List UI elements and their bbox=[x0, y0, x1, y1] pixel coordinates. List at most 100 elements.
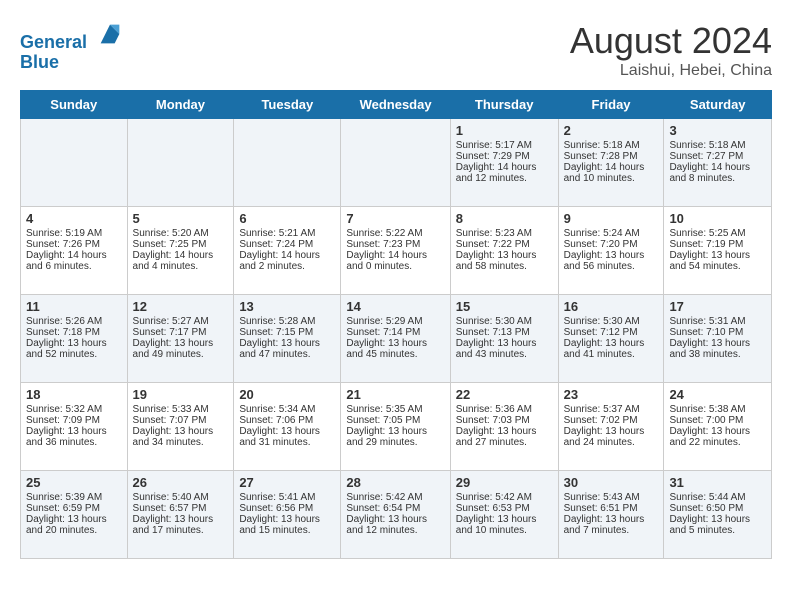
day-number: 3 bbox=[669, 123, 766, 138]
day-detail: Sunrise: 5:37 AM bbox=[564, 404, 659, 415]
calendar-cell: 9Sunrise: 5:24 AMSunset: 7:20 PMDaylight… bbox=[558, 207, 664, 295]
calendar-cell: 7Sunrise: 5:22 AMSunset: 7:23 PMDaylight… bbox=[341, 207, 450, 295]
day-header-friday: Friday bbox=[558, 91, 664, 119]
day-detail: and 0 minutes. bbox=[346, 261, 444, 272]
day-detail: Sunrise: 5:22 AM bbox=[346, 228, 444, 239]
day-detail: and 52 minutes. bbox=[26, 349, 122, 360]
day-detail: Sunset: 7:23 PM bbox=[346, 239, 444, 250]
day-number: 9 bbox=[564, 211, 659, 226]
day-detail: Sunset: 7:22 PM bbox=[456, 239, 553, 250]
day-detail: and 27 minutes. bbox=[456, 437, 553, 448]
logo-text-general: General bbox=[20, 32, 87, 52]
day-detail: Sunrise: 5:43 AM bbox=[564, 492, 659, 503]
day-detail: Sunset: 6:59 PM bbox=[26, 503, 122, 514]
day-number: 1 bbox=[456, 123, 553, 138]
day-detail: Sunset: 6:57 PM bbox=[133, 503, 229, 514]
day-detail: Sunset: 7:15 PM bbox=[239, 327, 335, 338]
page-header: General Blue August 2024 Laishui, Hebei,… bbox=[20, 20, 772, 80]
day-number: 26 bbox=[133, 475, 229, 490]
day-number: 23 bbox=[564, 387, 659, 402]
calendar-cell: 30Sunrise: 5:43 AMSunset: 6:51 PMDayligh… bbox=[558, 471, 664, 559]
day-detail: and 20 minutes. bbox=[26, 525, 122, 536]
calendar-week-row: 1Sunrise: 5:17 AMSunset: 7:29 PMDaylight… bbox=[21, 119, 772, 207]
day-detail: Daylight: 13 hours bbox=[26, 338, 122, 349]
day-detail: Daylight: 13 hours bbox=[669, 426, 766, 437]
day-detail: Daylight: 13 hours bbox=[456, 514, 553, 525]
day-detail: Sunset: 6:53 PM bbox=[456, 503, 553, 514]
day-detail: Sunset: 7:10 PM bbox=[669, 327, 766, 338]
day-header-tuesday: Tuesday bbox=[234, 91, 341, 119]
calendar-cell: 16Sunrise: 5:30 AMSunset: 7:12 PMDayligh… bbox=[558, 295, 664, 383]
day-detail: Sunset: 7:17 PM bbox=[133, 327, 229, 338]
day-detail: Sunset: 7:06 PM bbox=[239, 415, 335, 426]
day-detail: and 31 minutes. bbox=[239, 437, 335, 448]
day-detail: and 56 minutes. bbox=[564, 261, 659, 272]
day-number: 22 bbox=[456, 387, 553, 402]
title-block: August 2024 Laishui, Hebei, China bbox=[570, 20, 772, 80]
calendar-cell: 5Sunrise: 5:20 AMSunset: 7:25 PMDaylight… bbox=[127, 207, 234, 295]
day-detail: Sunset: 7:24 PM bbox=[239, 239, 335, 250]
day-detail: Daylight: 14 hours bbox=[564, 162, 659, 173]
day-detail: and 6 minutes. bbox=[26, 261, 122, 272]
calendar-week-row: 11Sunrise: 5:26 AMSunset: 7:18 PMDayligh… bbox=[21, 295, 772, 383]
location: Laishui, Hebei, China bbox=[570, 62, 772, 80]
day-detail: Sunrise: 5:18 AM bbox=[669, 140, 766, 151]
day-detail: Sunrise: 5:38 AM bbox=[669, 404, 766, 415]
day-detail: Sunrise: 5:42 AM bbox=[456, 492, 553, 503]
day-detail: Sunrise: 5:39 AM bbox=[26, 492, 122, 503]
calendar-cell: 25Sunrise: 5:39 AMSunset: 6:59 PMDayligh… bbox=[21, 471, 128, 559]
day-detail: Daylight: 13 hours bbox=[239, 426, 335, 437]
day-detail: Sunset: 7:13 PM bbox=[456, 327, 553, 338]
day-detail: Sunrise: 5:20 AM bbox=[133, 228, 229, 239]
day-number: 28 bbox=[346, 475, 444, 490]
day-detail: Sunset: 7:09 PM bbox=[26, 415, 122, 426]
day-detail: Daylight: 13 hours bbox=[669, 514, 766, 525]
day-detail: Daylight: 13 hours bbox=[133, 426, 229, 437]
day-number: 8 bbox=[456, 211, 553, 226]
day-detail: Daylight: 13 hours bbox=[564, 514, 659, 525]
calendar-cell bbox=[341, 119, 450, 207]
day-detail: and 58 minutes. bbox=[456, 261, 553, 272]
calendar-cell: 27Sunrise: 5:41 AMSunset: 6:56 PMDayligh… bbox=[234, 471, 341, 559]
day-detail: and 17 minutes. bbox=[133, 525, 229, 536]
day-number: 30 bbox=[564, 475, 659, 490]
calendar-cell: 15Sunrise: 5:30 AMSunset: 7:13 PMDayligh… bbox=[450, 295, 558, 383]
day-detail: Sunset: 7:07 PM bbox=[133, 415, 229, 426]
day-detail: and 12 minutes. bbox=[346, 525, 444, 536]
day-detail: and 22 minutes. bbox=[669, 437, 766, 448]
day-detail: and 38 minutes. bbox=[669, 349, 766, 360]
day-detail: and 5 minutes. bbox=[669, 525, 766, 536]
day-number: 17 bbox=[669, 299, 766, 314]
day-detail: Sunset: 7:05 PM bbox=[346, 415, 444, 426]
day-detail: Sunrise: 5:41 AM bbox=[239, 492, 335, 503]
day-detail: and 4 minutes. bbox=[133, 261, 229, 272]
day-detail: and 41 minutes. bbox=[564, 349, 659, 360]
calendar-week-row: 18Sunrise: 5:32 AMSunset: 7:09 PMDayligh… bbox=[21, 383, 772, 471]
calendar-cell: 11Sunrise: 5:26 AMSunset: 7:18 PMDayligh… bbox=[21, 295, 128, 383]
day-detail: Daylight: 13 hours bbox=[239, 338, 335, 349]
calendar-cell: 23Sunrise: 5:37 AMSunset: 7:02 PMDayligh… bbox=[558, 383, 664, 471]
day-detail: and 45 minutes. bbox=[346, 349, 444, 360]
day-detail: Daylight: 13 hours bbox=[456, 250, 553, 261]
day-detail: Sunrise: 5:27 AM bbox=[133, 316, 229, 327]
day-header-thursday: Thursday bbox=[450, 91, 558, 119]
calendar-week-row: 4Sunrise: 5:19 AMSunset: 7:26 PMDaylight… bbox=[21, 207, 772, 295]
logo-icon bbox=[96, 20, 124, 48]
day-detail: Sunset: 7:18 PM bbox=[26, 327, 122, 338]
day-number: 2 bbox=[564, 123, 659, 138]
calendar-cell: 10Sunrise: 5:25 AMSunset: 7:19 PMDayligh… bbox=[664, 207, 772, 295]
day-number: 15 bbox=[456, 299, 553, 314]
calendar-cell: 17Sunrise: 5:31 AMSunset: 7:10 PMDayligh… bbox=[664, 295, 772, 383]
day-detail: Sunset: 7:03 PM bbox=[456, 415, 553, 426]
calendar-cell: 29Sunrise: 5:42 AMSunset: 6:53 PMDayligh… bbox=[450, 471, 558, 559]
day-detail: Daylight: 13 hours bbox=[456, 338, 553, 349]
day-detail: Sunrise: 5:31 AM bbox=[669, 316, 766, 327]
calendar-cell: 19Sunrise: 5:33 AMSunset: 7:07 PMDayligh… bbox=[127, 383, 234, 471]
day-number: 4 bbox=[26, 211, 122, 226]
calendar-table: SundayMondayTuesdayWednesdayThursdayFrid… bbox=[20, 90, 772, 559]
day-detail: Sunrise: 5:21 AM bbox=[239, 228, 335, 239]
day-detail: Sunset: 7:26 PM bbox=[26, 239, 122, 250]
day-detail: Sunrise: 5:36 AM bbox=[456, 404, 553, 415]
calendar-cell: 1Sunrise: 5:17 AMSunset: 7:29 PMDaylight… bbox=[450, 119, 558, 207]
day-number: 16 bbox=[564, 299, 659, 314]
